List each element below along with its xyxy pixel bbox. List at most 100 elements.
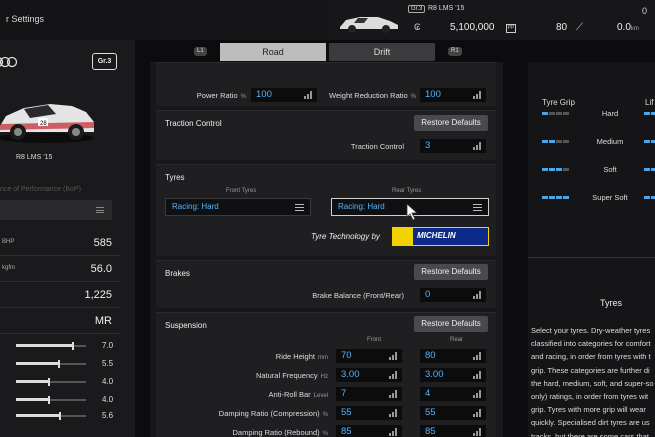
grip-bar-segment xyxy=(542,140,548,143)
bop-label: nce of Performance (BoP) xyxy=(0,186,81,193)
brake-balance-label: Brake Balance (Front/Rear) xyxy=(312,291,404,300)
michelin-logo: MICHELIN xyxy=(392,227,489,246)
tyre-compound-label: Soft xyxy=(603,165,617,174)
bop-slider: 5.6 xyxy=(16,410,120,422)
tab-road[interactable]: Road xyxy=(220,43,326,61)
suspension-front-field[interactable]: 70 xyxy=(336,349,402,363)
weight-reduction-text: Weight Reduction Ratio xyxy=(329,91,408,100)
row-label-text: Anti-Roll Bar xyxy=(268,390,311,399)
life-bar-segment xyxy=(644,168,650,171)
stat-value: 56.0 xyxy=(90,263,112,275)
front-tyres-dropdown[interactable]: Racing: Hard xyxy=(165,198,311,216)
slider-marker xyxy=(59,412,61,420)
suspension-rear-field[interactable]: 55 xyxy=(420,406,486,420)
level-bars-icon xyxy=(389,352,398,360)
suspension-front-field[interactable]: 85 xyxy=(336,425,402,437)
row-label-text: Ride Height xyxy=(275,352,315,361)
brakes-section: Brakes Restore Defaults Brake Balance (F… xyxy=(156,260,496,308)
power-section: Power Ratio% 100 Weight Reduction Ratio%… xyxy=(156,62,496,106)
performance-points-value: 80 xyxy=(556,22,568,33)
bop-slider: 4.0 xyxy=(16,394,120,406)
power-ratio-field[interactable]: 100 xyxy=(251,88,317,102)
info-title: Tyres xyxy=(600,298,623,308)
rear-tyres-value: Racing: Hard xyxy=(338,202,385,211)
power-ratio-value: 100 xyxy=(256,89,272,100)
life-bar-segment xyxy=(651,168,655,171)
suspension-row-label: Natural Frequency Hz xyxy=(176,371,328,380)
suspension-rear-field[interactable]: 4 xyxy=(420,387,486,401)
rear-value: 85 xyxy=(425,426,436,437)
brake-balance-value: 0 xyxy=(425,289,431,300)
l1-hint-icon: L1 xyxy=(194,47,207,56)
row-label-text: Damping Ratio (Rebound) xyxy=(232,428,320,437)
performance-points-icon: PP xyxy=(506,24,516,33)
weight-reduction-label: Weight Reduction Ratio% xyxy=(324,91,416,100)
front-value: 55 xyxy=(341,407,352,418)
weight-reduction-value: 100 xyxy=(425,89,441,100)
suspension-rear-field[interactable]: 85 xyxy=(420,425,486,437)
level-bars-icon xyxy=(389,371,398,379)
restore-defaults-button[interactable]: Restore Defaults xyxy=(414,264,488,280)
section-title: Suspension xyxy=(165,321,207,330)
header-car-name: R8 LMS '15 xyxy=(428,5,465,12)
slider-value: 5.5 xyxy=(102,359,114,368)
rear-value: 80 xyxy=(425,350,436,361)
front-value: 7 xyxy=(341,388,347,399)
suspension-rear-field[interactable]: 80 xyxy=(420,349,486,363)
suspension-front-field[interactable]: 7 xyxy=(336,387,402,401)
grip-bar-segment xyxy=(556,168,562,171)
mileage-unit: km xyxy=(630,26,639,32)
row-unit: % xyxy=(322,412,328,418)
level-bars-icon xyxy=(389,390,398,398)
rear-header: Rear xyxy=(450,337,464,343)
life-bar-segment xyxy=(651,140,655,143)
restore-defaults-button[interactable]: Restore Defaults xyxy=(414,316,488,332)
tyre-life-header: Lif xyxy=(645,98,654,107)
tab-drift[interactable]: Drift xyxy=(329,43,435,61)
life-bar-segment xyxy=(644,196,650,199)
grip-bar-segment xyxy=(549,140,555,143)
front-value: 85 xyxy=(341,426,352,437)
traction-control-field[interactable]: 3 xyxy=(420,139,486,153)
stat-power: BHP 585 xyxy=(0,230,120,256)
life-bar-segment xyxy=(651,112,655,115)
car-name: R8 LMS '15 xyxy=(16,154,53,161)
r1-hint-icon: R1 xyxy=(448,47,462,56)
suspension-front-field[interactable]: 3.00 xyxy=(336,368,402,382)
level-bars-icon xyxy=(473,371,482,379)
slider-fill xyxy=(16,414,59,417)
traction-section: Traction Control Restore Defaults Tracti… xyxy=(156,110,496,160)
stat-torque: kgfm 56.0 xyxy=(0,256,120,282)
screen-title-bar: r Settings xyxy=(0,0,160,40)
brake-balance-field[interactable]: 0 xyxy=(420,288,486,302)
stat-value: 1,225 xyxy=(84,289,112,301)
suspension-front-field[interactable]: 55 xyxy=(336,406,402,420)
weight-reduction-field[interactable]: 100 xyxy=(420,88,486,102)
slider-value: 4.0 xyxy=(102,395,114,404)
grip-bar-segment xyxy=(549,196,555,199)
svg-text:28: 28 xyxy=(40,121,47,127)
slider-value: 7.0 xyxy=(102,341,114,350)
tyre-grip-header: Tyre Grip xyxy=(542,98,575,107)
grip-bar-segment xyxy=(563,196,569,199)
credits-value: 5,100,000 xyxy=(450,22,495,33)
tyre-compound-label: Hard xyxy=(601,109,619,118)
slider-value: 4.0 xyxy=(102,377,114,386)
grip-bar-segment xyxy=(556,196,562,199)
row-unit: % xyxy=(322,431,328,437)
front-tyres-header: Front Tyres xyxy=(226,188,257,194)
grip-bar-segment xyxy=(542,168,548,171)
pointer-cursor-icon xyxy=(406,203,419,221)
row-unit: Level xyxy=(313,393,328,399)
front-value: 70 xyxy=(341,350,352,361)
restore-defaults-button[interactable]: Restore Defaults xyxy=(414,115,488,131)
stat-weight: 1,225 xyxy=(0,282,120,308)
grip-bar-segment xyxy=(563,112,569,115)
car-thumbnail-icon xyxy=(340,17,398,33)
suspension-rear-field[interactable]: 3.00 xyxy=(420,368,486,382)
tyre-compound-label: Medium xyxy=(596,137,624,146)
section-title: Tyres xyxy=(165,173,185,182)
row-unit: mm xyxy=(318,355,328,361)
bop-dropdown[interactable] xyxy=(0,200,112,220)
section-title: Brakes xyxy=(165,269,190,278)
